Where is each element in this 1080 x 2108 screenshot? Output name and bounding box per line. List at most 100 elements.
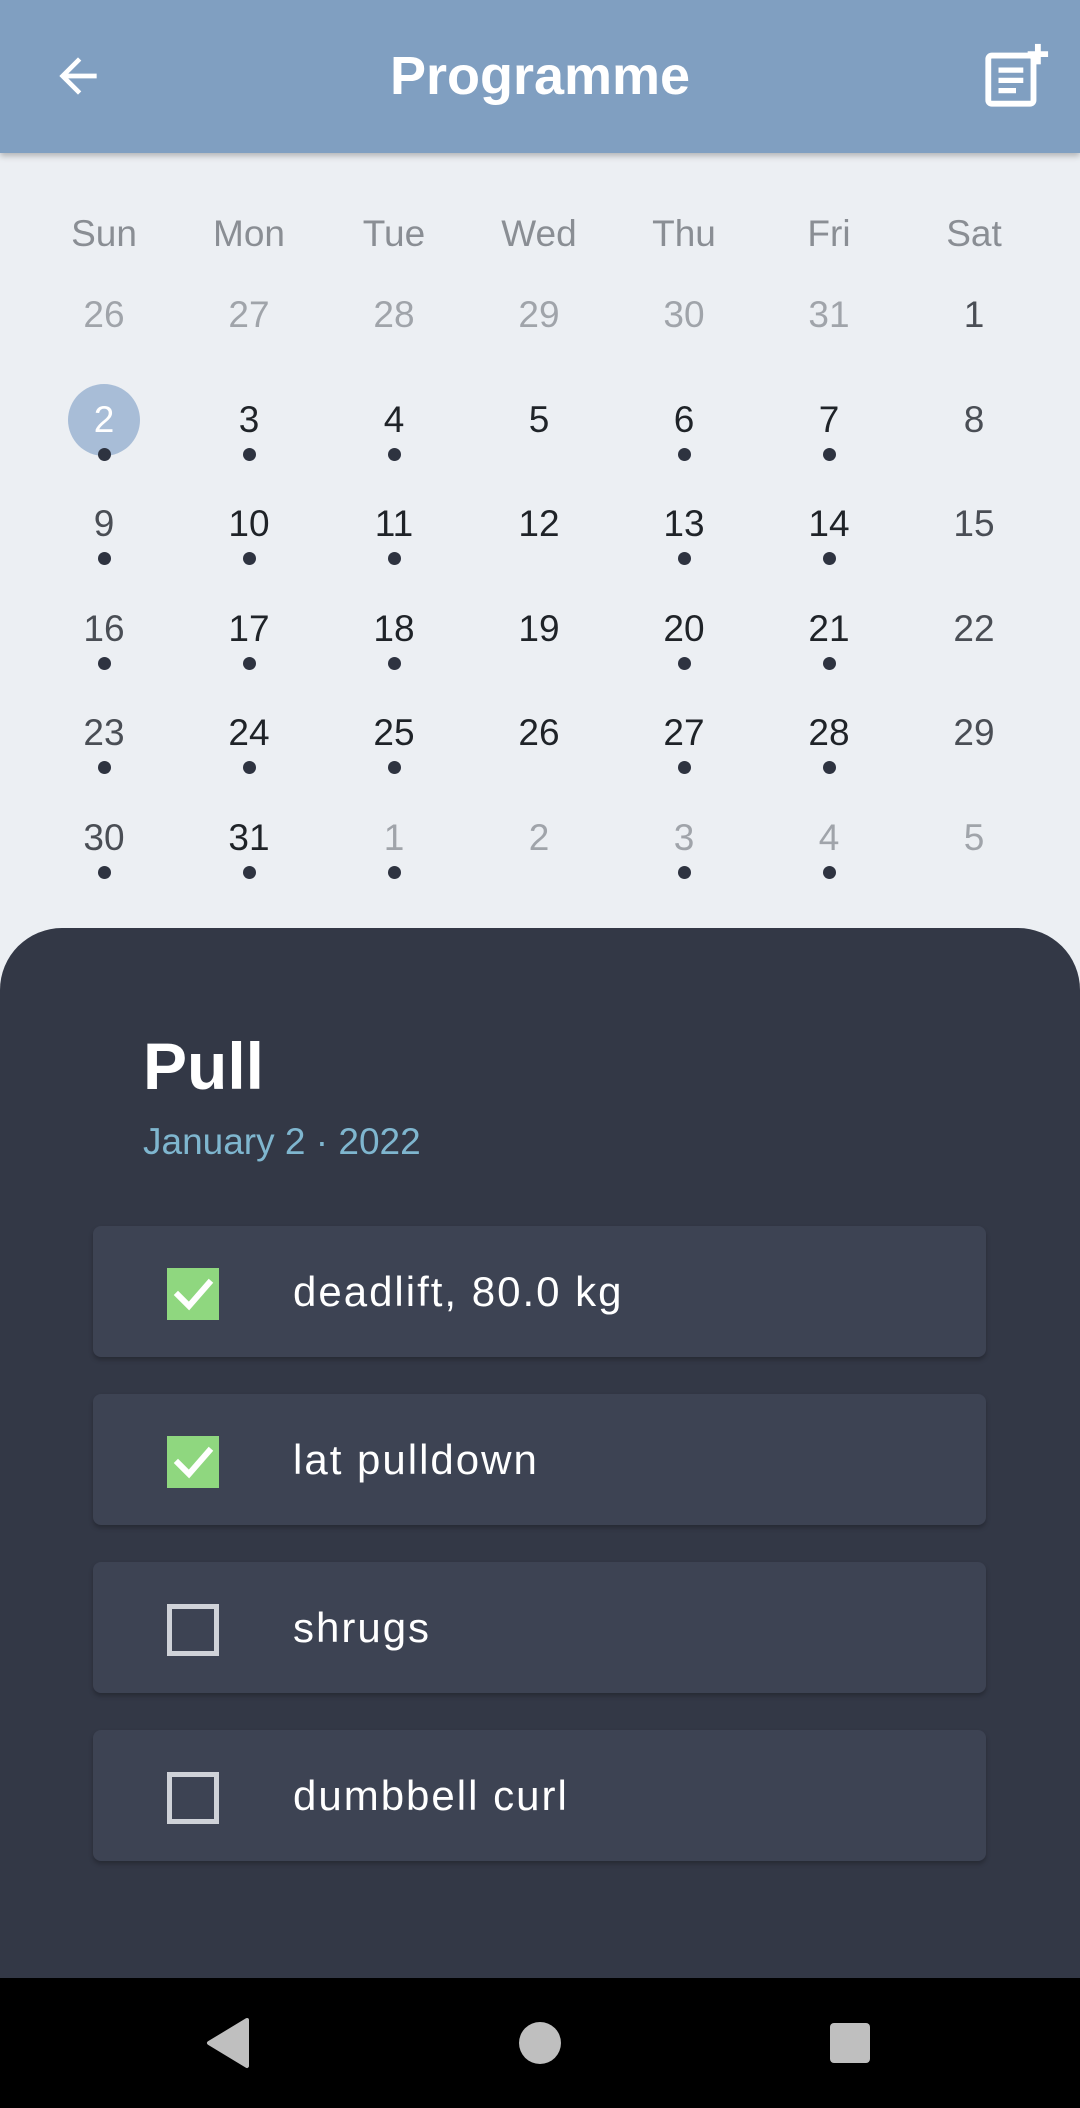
- workout-indicator-dot: [97, 448, 111, 461]
- nav-recents-square-icon: [830, 2023, 870, 2063]
- calendar-day-number: 18: [373, 608, 415, 649]
- calendar-day-number: 16: [83, 608, 125, 649]
- exercise-item[interactable]: dumbbell curl: [93, 1730, 986, 1861]
- calendar-day[interactable]: 28: [322, 279, 467, 375]
- calendar-day[interactable]: 30: [32, 802, 177, 898]
- workout-indicator-dot: [97, 866, 111, 879]
- calendar-day-number: 4: [383, 399, 405, 440]
- exercise-checkbox[interactable]: [167, 1772, 219, 1824]
- calendar-day[interactable]: 31: [757, 279, 902, 375]
- calendar-day[interactable]: 23: [32, 697, 177, 793]
- workout-indicator-dot: [822, 761, 836, 774]
- exercise-label: shrugs: [293, 1604, 432, 1651]
- calendar-day-number: 14: [808, 503, 850, 544]
- workout-indicator-dot: [97, 552, 111, 565]
- calendar-day[interactable]: 5: [467, 384, 612, 480]
- workout-indicator-dot: [822, 866, 836, 879]
- calendar-day-number: 26: [518, 712, 560, 753]
- exercise-checkbox[interactable]: [167, 1436, 219, 1488]
- calendar-day[interactable]: 20: [612, 593, 757, 689]
- calendar-day[interactable]: 15: [902, 488, 1047, 584]
- weekday-header: Sun Mon Tue Wed Thu Fri Sat: [0, 213, 1080, 273]
- workout-indicator-dot: [677, 552, 691, 565]
- workout-date: January 2 · 2022: [143, 1121, 421, 1162]
- calendar-day[interactable]: 3: [612, 802, 757, 898]
- calendar-day[interactable]: 1: [902, 279, 1047, 375]
- calendar-day[interactable]: 8: [902, 384, 1047, 480]
- calendar-day[interactable]: 7: [757, 384, 902, 480]
- calendar-day-number: 5: [963, 817, 985, 858]
- calendar-day-number: 27: [663, 712, 705, 753]
- calendar-day[interactable]: 18: [322, 593, 467, 689]
- weekday-label: Sat: [946, 213, 1002, 254]
- weekday-label: Thu: [652, 213, 716, 254]
- calendar-day[interactable]: 10: [177, 488, 322, 584]
- calendar-day-number: 28: [373, 294, 415, 335]
- calendar-day[interactable]: 27: [612, 697, 757, 793]
- workout-indicator-dot: [387, 448, 401, 461]
- calendar-day[interactable]: 29: [467, 279, 612, 375]
- calendar-day-number: 13: [663, 503, 705, 544]
- workout-indicator-dot: [387, 657, 401, 670]
- calendar-day[interactable]: 25: [322, 697, 467, 793]
- calendar-day-number: 30: [663, 294, 705, 335]
- calendar-day[interactable]: 11: [322, 488, 467, 584]
- calendar-day[interactable]: 2: [467, 802, 612, 898]
- back-button[interactable]: [40, 38, 116, 114]
- exercise-checkbox[interactable]: [167, 1604, 219, 1656]
- weekday-label: Mon: [213, 213, 285, 254]
- weekday-label: Wed: [501, 213, 577, 254]
- calendar-day[interactable]: 22: [902, 593, 1047, 689]
- calendar-day-number: 26: [83, 294, 125, 335]
- calendar-day-number: 28: [808, 712, 850, 753]
- calendar-day-number: 20: [663, 608, 705, 649]
- calendar-day[interactable]: 27: [177, 279, 322, 375]
- calendar-day-number: 23: [83, 712, 125, 753]
- workout-indicator-dot: [242, 448, 256, 461]
- calendar-day-number: 10: [228, 503, 270, 544]
- calendar-day[interactable]: 28: [757, 697, 902, 793]
- calendar-day[interactable]: 2: [32, 384, 177, 480]
- calendar-day[interactable]: 5: [902, 802, 1047, 898]
- calendar-day[interactable]: 9: [32, 488, 177, 584]
- checkmark-icon: [173, 1278, 214, 1311]
- calendar-day[interactable]: 17: [177, 593, 322, 689]
- exercise-item[interactable]: shrugs: [93, 1562, 986, 1693]
- workout-indicator-dot: [242, 657, 256, 670]
- nav-back-button[interactable]: [192, 2008, 262, 2078]
- calendar-day-number: 29: [518, 294, 560, 335]
- calendar-day-number: 3: [673, 817, 695, 858]
- calendar-day-number: 7: [818, 399, 840, 440]
- calendar-day[interactable]: 19: [467, 593, 612, 689]
- exercise-label: dumbbell curl: [293, 1772, 569, 1819]
- calendar-day[interactable]: 30: [612, 279, 757, 375]
- calendar-day[interactable]: 16: [32, 593, 177, 689]
- nav-recents-button[interactable]: [815, 2008, 885, 2078]
- calendar-day-number: 24: [228, 712, 270, 753]
- calendar-day[interactable]: 14: [757, 488, 902, 584]
- calendar-day[interactable]: 6: [612, 384, 757, 480]
- calendar-day[interactable]: 4: [322, 384, 467, 480]
- calendar-day[interactable]: 21: [757, 593, 902, 689]
- calendar-day[interactable]: 3: [177, 384, 322, 480]
- calendar-day-number: 11: [374, 503, 414, 544]
- workout-indicator-dot: [677, 657, 691, 670]
- calendar-day[interactable]: 31: [177, 802, 322, 898]
- nav-home-button[interactable]: [505, 2008, 575, 2078]
- app-bar: Programme: [0, 0, 1080, 153]
- exercise-checkbox[interactable]: [167, 1268, 219, 1320]
- calendar-day[interactable]: 29: [902, 697, 1047, 793]
- calendar-day[interactable]: 12: [467, 488, 612, 584]
- calendar-day[interactable]: 24: [177, 697, 322, 793]
- calendar-day[interactable]: 26: [467, 697, 612, 793]
- workout-indicator-dot: [387, 866, 401, 879]
- exercise-item[interactable]: deadlift, 80.0 kg: [93, 1226, 986, 1357]
- add-note-button[interactable]: [976, 36, 1056, 116]
- calendar-day-number: 25: [373, 712, 415, 753]
- calendar-day[interactable]: 26: [32, 279, 177, 375]
- arrow-left-icon: [59, 57, 97, 95]
- calendar-day[interactable]: 1: [322, 802, 467, 898]
- calendar-day[interactable]: 13: [612, 488, 757, 584]
- calendar-day[interactable]: 4: [757, 802, 902, 898]
- exercise-item[interactable]: lat pulldown: [93, 1394, 986, 1525]
